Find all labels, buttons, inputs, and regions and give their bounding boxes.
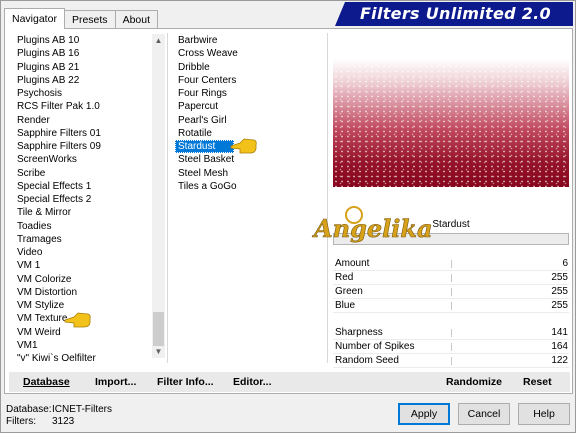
category-item[interactable]: Plugins AB 16: [13, 47, 149, 60]
slider-tick: [451, 288, 452, 296]
divider: [327, 33, 328, 363]
filter-item[interactable]: Steel Mesh: [175, 167, 295, 180]
slider-tick: [451, 343, 452, 351]
filters-label: Filters:: [6, 416, 36, 427]
parameter-slider[interactable]: Random Seed 122: [333, 354, 569, 368]
tab-navigator[interactable]: Navigator: [4, 8, 65, 29]
category-item[interactable]: Tramages: [13, 233, 149, 246]
category-item[interactable]: Plugins AB 10: [13, 34, 149, 47]
category-item[interactable]: VM Distortion: [13, 286, 149, 299]
panel-button-bar: Database Import... Filter Info... Editor…: [9, 372, 570, 392]
parameter-gap: [333, 313, 569, 326]
category-item[interactable]: Scribe: [13, 167, 149, 180]
parameter-slider[interactable]: Number of Spikes 164: [333, 340, 569, 354]
cancel-button[interactable]: Cancel: [458, 403, 510, 425]
filter-item[interactable]: Dribble: [175, 61, 295, 74]
scrollbar-thumb[interactable]: [153, 312, 164, 346]
scroll-up-icon[interactable]: ▲: [152, 34, 165, 47]
parameter-label: Blue: [335, 300, 356, 311]
parameter-label: Number of Spikes: [335, 341, 415, 352]
category-item[interactable]: Video: [13, 246, 149, 259]
filter-item[interactable]: Four Centers: [175, 74, 295, 87]
category-item[interactable]: VM 1: [13, 259, 149, 272]
parameter-value: 122: [551, 355, 568, 366]
editor-button[interactable]: Editor...: [233, 372, 272, 392]
scroll-down-icon[interactable]: ▼: [152, 345, 165, 358]
slider-tick: [451, 302, 452, 310]
category-item[interactable]: Special Effects 1: [13, 180, 149, 193]
filter-item[interactable]: Tiles a GoGo: [175, 180, 295, 193]
parameter-value: 255: [551, 286, 568, 297]
category-item[interactable]: Plugins AB 22: [13, 74, 149, 87]
tab-about[interactable]: About: [114, 10, 159, 29]
preview-filter-name: Stardust: [432, 219, 470, 230]
parameter-value: 164: [551, 341, 568, 352]
filter-info-button[interactable]: Filter Info...: [157, 372, 214, 392]
database-value: ICNET-Filters: [52, 404, 112, 415]
tab-bar: Navigator Presets About: [4, 7, 159, 29]
filter-item[interactable]: Pearl's Girl: [175, 114, 295, 127]
parameter-label: Random Seed: [335, 355, 399, 366]
slider-tick: [451, 260, 452, 268]
filters-count: 3123: [52, 416, 75, 427]
category-item[interactable]: Special Effects 2: [13, 193, 149, 206]
category-item[interactable]: Psychosis: [13, 87, 149, 100]
category-item[interactable]: VM1: [13, 339, 149, 352]
category-item[interactable]: RCS Filter Pak 1.0: [13, 100, 149, 113]
status-info: Database: ICNET-Filters Filters: 3123: [6, 404, 112, 428]
filter-preview: [333, 59, 569, 187]
category-item[interactable]: ScreenWorks: [13, 153, 149, 166]
parameter-slider[interactable]: Red 255: [333, 271, 569, 285]
divider: [167, 33, 168, 363]
category-scrollbar[interactable]: ▲ ▼: [152, 34, 165, 358]
parameter-label: Red: [335, 272, 354, 283]
reset-button[interactable]: Reset: [523, 372, 552, 392]
category-item[interactable]: Plugins AB 21: [13, 61, 149, 74]
filters-unlimited-window: Navigator Presets About Filters Unlimite…: [0, 0, 576, 433]
filter-list[interactable]: Barbwire Cross Weave Dribble Four Centers Fo…: [175, 34, 295, 193]
database-label: Database:: [6, 404, 52, 415]
parameter-slider[interactable]: Blue 255: [333, 299, 569, 313]
help-button[interactable]: Help: [518, 403, 570, 425]
navigator-panel: Plugins AB 10 Plugins AB 16 Plugins AB 21 P…: [4, 28, 573, 394]
pointing-hand-icon: [230, 138, 257, 154]
parameter-label: Sharpness: [335, 327, 383, 338]
database-button-label: Database: [23, 376, 70, 388]
filter-item-selected[interactable]: Stardust: [175, 140, 234, 154]
filter-progress-bar: [333, 233, 569, 245]
filter-item[interactable]: Cross Weave: [175, 47, 295, 60]
filter-item[interactable]: Four Rings: [175, 87, 295, 100]
database-button[interactable]: Database: [23, 372, 70, 392]
category-item[interactable]: Sapphire Filters 01: [13, 127, 149, 140]
title-banner: Filters Unlimited 2.0: [335, 2, 573, 26]
slider-tick: [451, 329, 452, 337]
slider-tick: [451, 357, 452, 365]
category-item[interactable]: Toadies: [13, 220, 149, 233]
tab-presets[interactable]: Presets: [63, 10, 116, 29]
filter-item[interactable]: Papercut: [175, 100, 295, 113]
parameter-slider[interactable]: Amount 6: [333, 257, 569, 271]
parameter-value: 141: [551, 327, 568, 338]
randomize-button[interactable]: Randomize: [446, 372, 502, 392]
import-button[interactable]: Import...: [95, 372, 136, 392]
category-item[interactable]: Sapphire Filters 09: [13, 140, 149, 153]
parameter-value: 255: [551, 272, 568, 283]
parameter-value: 255: [551, 300, 568, 311]
category-item[interactable]: VM Colorize: [13, 273, 149, 286]
category-item[interactable]: Tile & Mirror: [13, 206, 149, 219]
category-item[interactable]: Render: [13, 114, 149, 127]
apply-button[interactable]: Apply: [398, 403, 450, 425]
parameter-slider[interactable]: Green 255: [333, 285, 569, 299]
parameter-list: Amount 6 Red 255 Green 255 Blue 255 Sharpness 141…: [333, 257, 569, 368]
filter-item[interactable]: Steel Basket: [175, 153, 295, 166]
slider-tick: [451, 274, 452, 282]
parameter-label: Green: [335, 286, 363, 297]
parameter-label: Amount: [335, 258, 370, 269]
parameter-value: 6: [562, 258, 568, 269]
pointing-hand-icon: [64, 312, 91, 328]
category-item[interactable]: "v" Kiwi`s Oelfilter: [13, 352, 149, 364]
filter-item[interactable]: Barbwire: [175, 34, 295, 47]
parameter-slider[interactable]: Sharpness 141: [333, 326, 569, 340]
